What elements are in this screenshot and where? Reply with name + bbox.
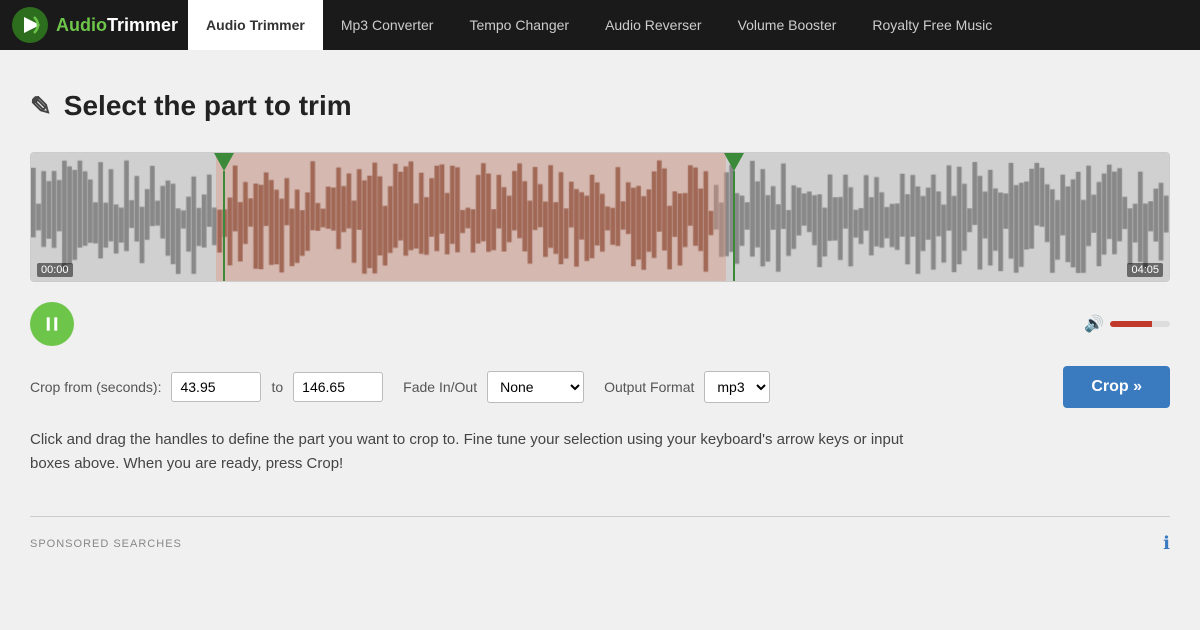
trim-handle-right[interactable] xyxy=(724,153,744,282)
crop-controls: Crop from (seconds): to Fade In/Out None… xyxy=(30,366,1170,408)
volume-slider[interactable] xyxy=(1110,321,1170,327)
footer: SPONSORED SEARCHES ℹ xyxy=(30,516,1170,554)
play-pause-button[interactable] xyxy=(30,302,74,346)
logo-text: AudioTrimmer xyxy=(56,15,178,36)
page-title: ✎ Select the part to trim xyxy=(30,90,1170,122)
output-format-label: Output Format xyxy=(604,379,694,395)
fade-select[interactable]: None Fade In Fade Out Both xyxy=(487,371,584,403)
volume-icon: 🔊 xyxy=(1084,314,1104,334)
handle-arrow-right xyxy=(724,153,744,171)
nav-link-mp3-converter[interactable]: Mp3 Converter xyxy=(323,0,452,50)
volume-control: 🔊 xyxy=(1084,314,1170,334)
handle-line-left xyxy=(223,171,225,282)
trim-handle-left[interactable] xyxy=(214,153,234,282)
pause-icon xyxy=(43,315,61,333)
time-end: 04:05 xyxy=(1127,263,1163,277)
sponsored-label: SPONSORED SEARCHES xyxy=(30,538,182,550)
to-label: to xyxy=(271,379,283,395)
navbar: AudioTrimmer Audio Trimmer Mp3 Converter… xyxy=(0,0,1200,50)
logo-icon xyxy=(12,7,48,43)
nav-link-audio-reverser[interactable]: Audio Reverser xyxy=(587,0,720,50)
info-icon[interactable]: ℹ xyxy=(1163,533,1170,554)
fade-label: Fade In/Out xyxy=(403,379,477,395)
nav-link-tempo-changer[interactable]: Tempo Changer xyxy=(451,0,587,50)
crop-from-input[interactable] xyxy=(171,372,261,402)
edit-icon: ✎ xyxy=(30,91,52,122)
crop-button[interactable]: Crop » xyxy=(1063,366,1170,408)
nav-link-volume-booster[interactable]: Volume Booster xyxy=(720,0,855,50)
main-content: ✎ Select the part to trim 00:00 04:05 🔊 xyxy=(10,50,1190,584)
nav-links: Audio Trimmer Mp3 Converter Tempo Change… xyxy=(188,0,1010,50)
handle-line-right xyxy=(733,171,735,282)
playback-controls: 🔊 xyxy=(30,302,1170,346)
waveform-container[interactable]: 00:00 04:05 xyxy=(30,152,1170,282)
time-start: 00:00 xyxy=(37,263,73,277)
output-format-select[interactable]: mp3 wav ogg m4a xyxy=(704,371,770,403)
nav-link-royalty-free-music[interactable]: Royalty Free Music xyxy=(854,0,1010,50)
nav-link-audio-trimmer[interactable]: Audio Trimmer xyxy=(188,0,323,50)
handle-arrow-left xyxy=(214,153,234,171)
logo[interactable]: AudioTrimmer xyxy=(12,7,178,43)
waveform-canvas xyxy=(31,153,1169,281)
hint-text: Click and drag the handles to define the… xyxy=(30,428,930,476)
crop-to-input[interactable] xyxy=(293,372,383,402)
crop-from-label: Crop from (seconds): xyxy=(30,379,161,395)
